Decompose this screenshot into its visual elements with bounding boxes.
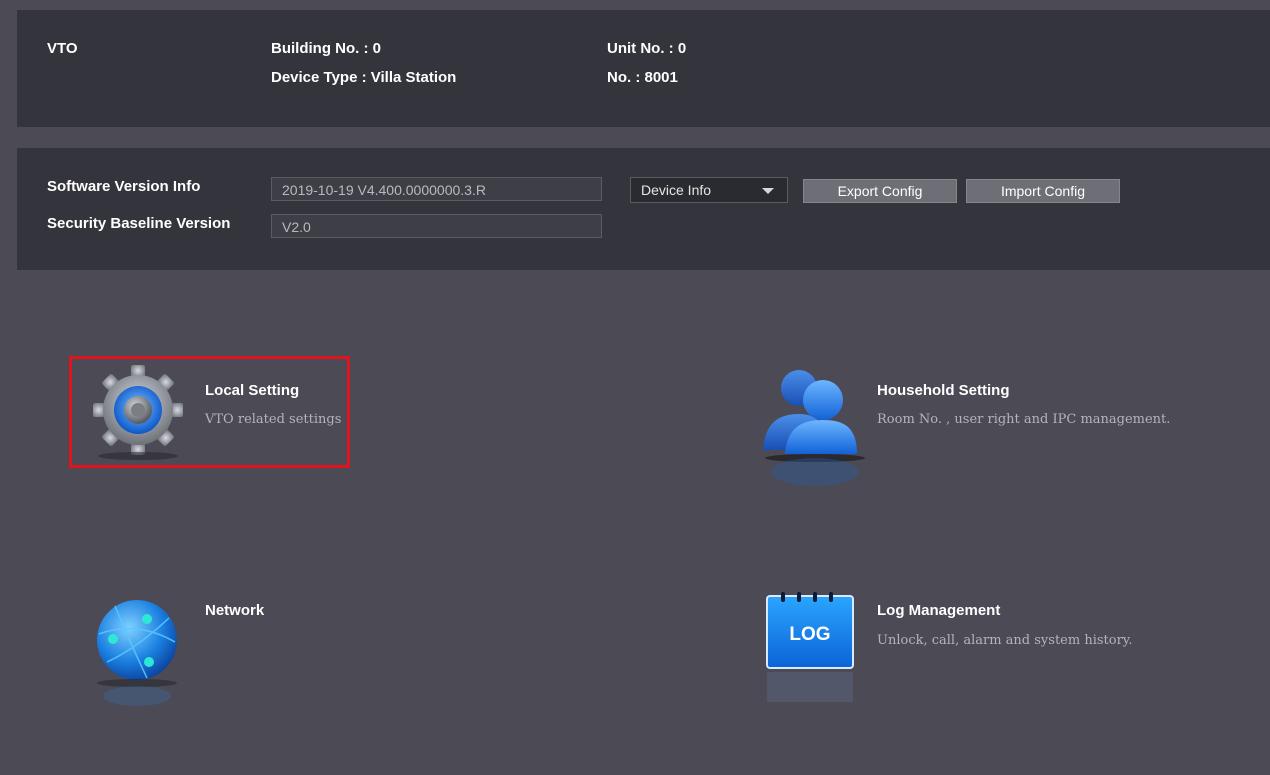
- log-icon-text: LOG: [789, 624, 830, 645]
- security-baseline-label: Security Baseline Version: [47, 215, 231, 232]
- security-baseline-field: V2.0: [271, 214, 602, 238]
- globe-icon: [97, 600, 177, 706]
- chevron-down-icon: [762, 188, 774, 194]
- device-info-panel: VTO Building No. : 0 Device Type : Villa…: [17, 10, 1270, 127]
- tile-household-setting[interactable]: Household Setting Room No. , user right …: [757, 362, 1170, 486]
- software-version-field: 2019-10-19 V4.400.0000000.3.R: [271, 177, 602, 201]
- tile-local-setting[interactable]: Local Setting VTO related settings: [85, 362, 345, 462]
- software-version-label: Software Version Info: [47, 178, 201, 195]
- tile-log-management[interactable]: LOG Log Management Unlock, call, alarm a…: [757, 590, 1157, 710]
- tile-title: Household Setting: [877, 382, 1010, 399]
- tile-description: Room No. , user right and IPC management…: [877, 412, 1171, 427]
- tile-network[interactable]: Network: [85, 590, 345, 710]
- tile-title: Local Setting: [205, 382, 300, 399]
- device-info-dropdown[interactable]: Device Info: [630, 177, 788, 203]
- log-icon: LOG: [766, 592, 854, 702]
- device-name: VTO: [47, 40, 78, 57]
- version-panel: Software Version Info 2019-10-19 V4.400.…: [17, 148, 1270, 270]
- export-config-button[interactable]: Export Config: [803, 179, 957, 203]
- device-type: Device Type : Villa Station: [271, 69, 457, 86]
- device-number: No. : 8001: [607, 69, 678, 86]
- users-icon: [763, 370, 865, 486]
- unit-number: Unit No. : 0: [607, 40, 687, 57]
- dropdown-selected-value: Device Info: [641, 182, 712, 198]
- tile-description: VTO related settings: [205, 412, 342, 427]
- gear-icon: [93, 365, 183, 460]
- tile-title: Network: [205, 602, 265, 619]
- tile-description: Unlock, call, alarm and system history.: [877, 633, 1133, 648]
- tile-title: Log Management: [877, 602, 1001, 619]
- import-config-button[interactable]: Import Config: [966, 179, 1120, 203]
- building-number: Building No. : 0: [271, 40, 381, 57]
